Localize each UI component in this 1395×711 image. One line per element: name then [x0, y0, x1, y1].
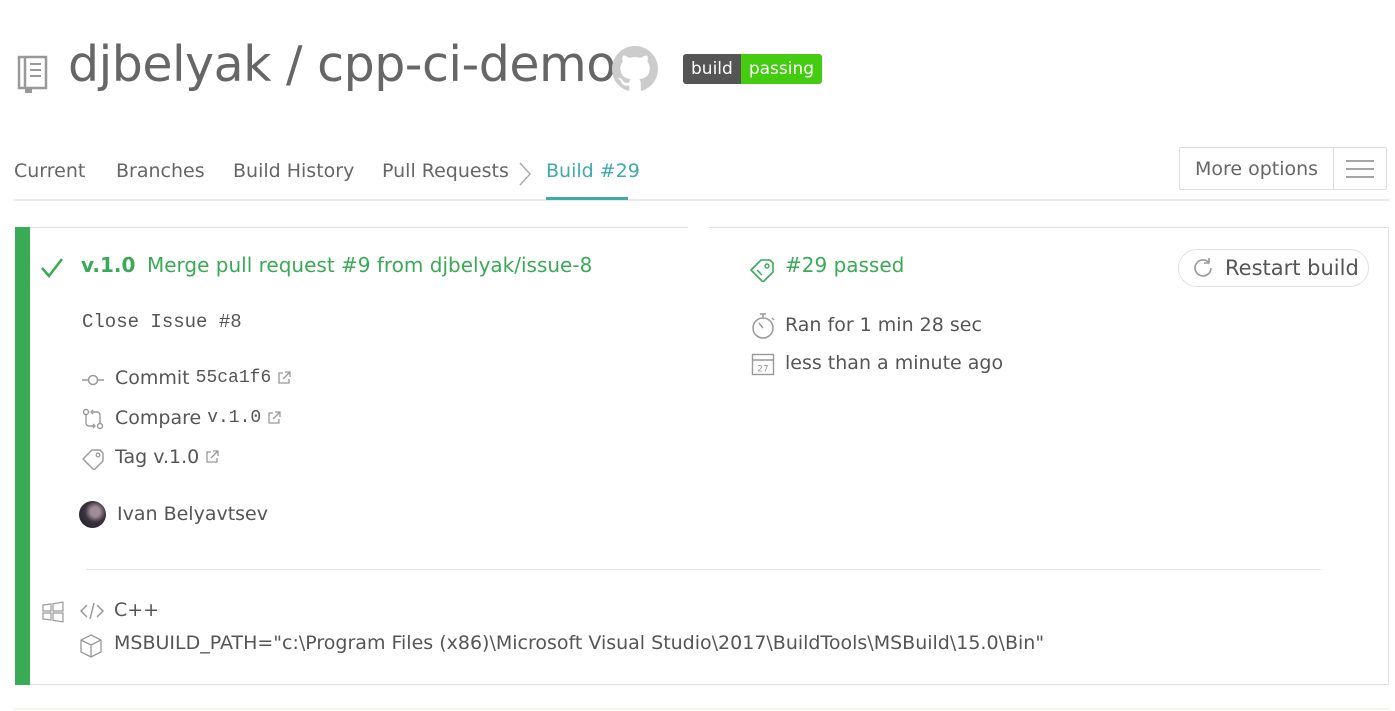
commit-label: Commit — [115, 367, 190, 389]
windows-os-icon — [42, 601, 64, 623]
restart-build-button[interactable]: Restart build — [1178, 249, 1369, 287]
build-passed-stripe — [15, 227, 30, 685]
tab-branches[interactable]: Branches — [116, 160, 205, 182]
external-link-icon[interactable] — [267, 411, 281, 425]
hamburger-menu-icon[interactable] — [1334, 148, 1386, 189]
repo-book-icon — [17, 55, 48, 93]
compare-ref[interactable]: v.1.0 — [207, 408, 261, 428]
more-options-button[interactable]: More options — [1179, 147, 1387, 190]
commit-icon — [82, 374, 104, 386]
build-duration: Ran for 1 min 28 sec — [785, 314, 982, 336]
tab-build-29[interactable]: Build #29 — [546, 160, 640, 182]
tab-current[interactable]: Current — [14, 160, 85, 182]
stopwatch-icon — [752, 313, 775, 339]
repo-name[interactable]: cpp-ci-demo — [317, 36, 616, 93]
breadcrumb-chevron-icon — [519, 162, 532, 186]
tag-icon — [82, 449, 104, 470]
finished-time: less than a minute ago — [785, 352, 1004, 374]
more-options-label[interactable]: More options — [1180, 148, 1334, 189]
tab-build-history[interactable]: Build History — [233, 160, 354, 182]
env-variable: MSBUILD_PATH="c:\Program Files (x86)\Mic… — [114, 632, 1045, 654]
repo-owner[interactable]: djbelyak — [68, 36, 271, 93]
compare-link[interactable]: Compare v.1.0 — [115, 407, 281, 429]
commit-sha[interactable]: 55ca1f6 — [196, 368, 272, 388]
build-status-badge[interactable]: build passing — [683, 54, 823, 84]
repo-title[interactable]: djbelyak / cpp-ci-demo — [68, 36, 616, 93]
restart-icon[interactable] — [1191, 256, 1215, 280]
check-icon — [41, 258, 63, 278]
tag-link[interactable]: Tag v.1.0 — [115, 446, 219, 468]
active-tab-underline — [546, 197, 628, 200]
compare-icon — [82, 408, 104, 430]
external-link-icon[interactable] — [205, 450, 219, 464]
bottom-divider — [14, 708, 1389, 710]
badge-status: passing — [740, 54, 823, 84]
tag-version: v.1.0 — [81, 253, 136, 277]
tab-pull-requests[interactable]: Pull Requests — [382, 160, 509, 182]
build-status[interactable]: #29 passed — [785, 253, 904, 277]
environment-cube-icon — [80, 634, 102, 658]
commit-body: Close Issue #8 — [82, 311, 242, 333]
calendar-icon: 27 — [751, 353, 775, 376]
card-border-gap — [688, 226, 709, 229]
code-language-icon — [80, 602, 104, 620]
card-divider — [86, 569, 1321, 570]
build-card — [15, 227, 1389, 685]
author-name: Ivan Belyavtsev — [117, 503, 268, 525]
build-language: C++ — [114, 599, 160, 621]
tabs-divider — [14, 199, 1389, 201]
compare-label: Compare — [115, 407, 202, 429]
calendar-day: 27 — [757, 365, 768, 375]
author-avatar — [79, 501, 106, 528]
repo-separator: / — [270, 36, 318, 93]
restart-build-label[interactable]: Restart build — [1225, 256, 1359, 280]
external-link-icon[interactable] — [277, 371, 291, 385]
commit-subject: Merge pull request #9 from djbelyak/issu… — [147, 253, 593, 277]
tag-status-icon — [749, 259, 774, 282]
github-octocat-icon[interactable] — [612, 46, 658, 92]
commit-link[interactable]: Commit 55ca1f6 — [115, 367, 291, 389]
badge-label: build — [683, 54, 741, 84]
tag-label[interactable]: Tag v.1.0 — [115, 446, 199, 468]
